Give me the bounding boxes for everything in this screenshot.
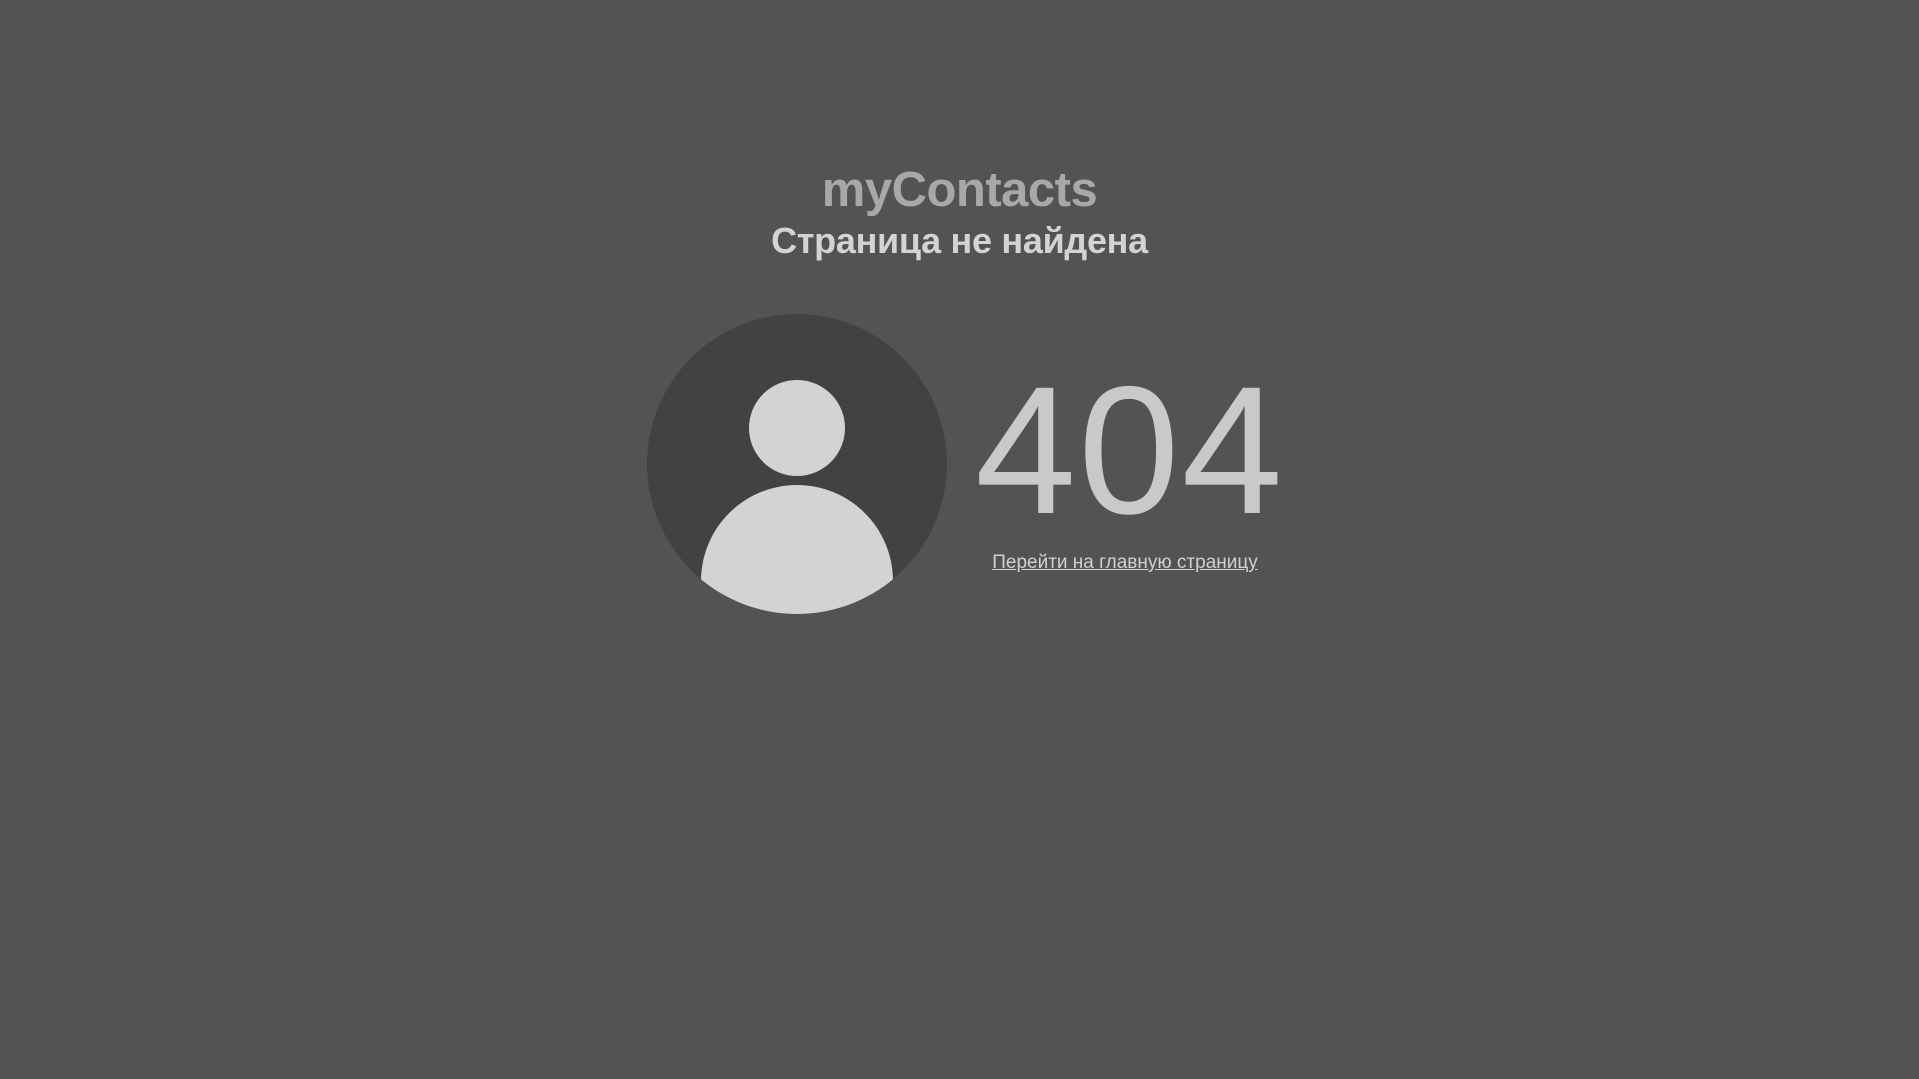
error-code: 404 [975,348,1285,552]
not-found-page: myContacts Страница не найдена 404 Перей… [0,0,1919,1079]
error-block: 404 Перейти на главную страницу [975,348,1285,575]
app-title: myContacts [821,163,1098,217]
home-link[interactable]: Перейти на главную страницу [992,551,1258,575]
header: myContacts Страница не найдена [0,160,1919,264]
user-silhouette-icon [647,314,947,614]
page-title: Страница не найдена [771,220,1148,261]
